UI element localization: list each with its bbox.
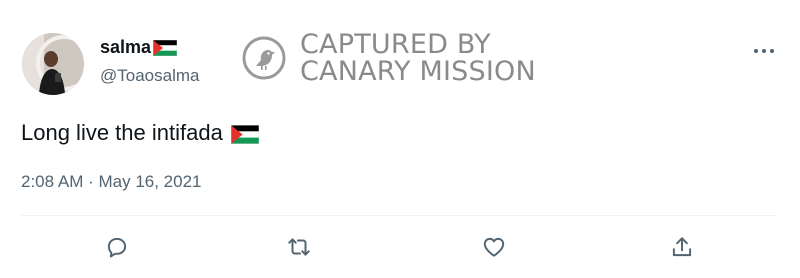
watermark-text: CAPTURED BY CANARY MISSION (300, 31, 536, 85)
author-name-row[interactable]: salma (100, 37, 178, 58)
canary-bird-icon (242, 36, 286, 80)
more-options-icon[interactable] (752, 44, 776, 56)
divider (21, 215, 777, 216)
tweet-card: salma @Toaosalma CAPTURED BY CANARY MISS… (0, 0, 800, 278)
like-heart-icon (483, 237, 505, 257)
author-display-name[interactable]: salma (100, 37, 151, 58)
avatar[interactable] (22, 33, 84, 95)
retweet-icon (288, 238, 310, 256)
share-icon (672, 237, 692, 257)
watermark-line-2: CANARY MISSION (300, 56, 536, 87)
reply-button[interactable] (104, 234, 130, 260)
tweet-text-row: Long live the intifada (21, 120, 260, 146)
like-button[interactable] (481, 234, 507, 260)
share-button[interactable] (669, 234, 695, 260)
reply-icon (107, 237, 127, 258)
palestine-flag-icon (152, 39, 178, 56)
watermark: CAPTURED BY CANARY MISSION (242, 31, 536, 85)
author-handle[interactable]: @Toaosalma (100, 66, 199, 86)
palestine-flag-icon (230, 124, 260, 144)
tweet-timestamp[interactable]: 2:08 AM · May 16, 2021 (21, 172, 202, 192)
retweet-button[interactable] (286, 234, 312, 260)
watermark-line-1: CAPTURED BY (300, 29, 491, 60)
tweet-text: Long live the intifada (21, 120, 223, 145)
